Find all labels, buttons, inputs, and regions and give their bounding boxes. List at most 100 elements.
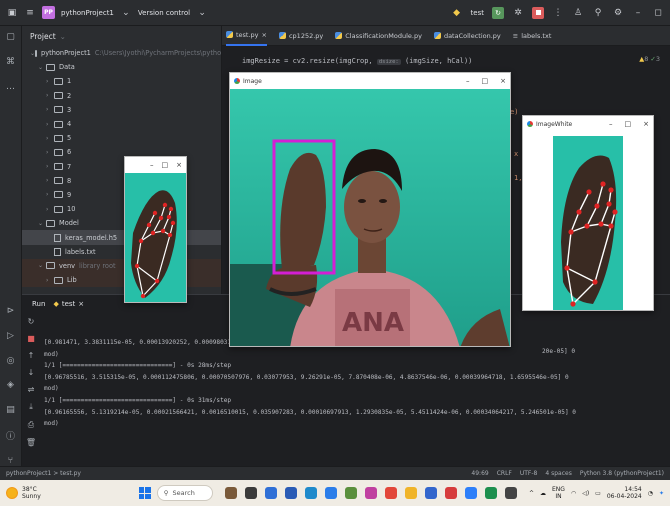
python-packages-icon[interactable]: ⊳ [5,306,17,317]
crop-window-titlebar[interactable]: – □ × [125,157,186,173]
pycharm-icon[interactable] [484,487,497,499]
rerun-icon[interactable]: ↻ [28,317,35,326]
rerun-button[interactable]: ↻ [492,6,504,19]
tab-cp1252-py[interactable]: cp1252.py [278,32,323,40]
tree-subfolder[interactable]: › 9 [22,188,221,202]
tree-subfolder[interactable]: › 4 [22,117,221,131]
app-icon[interactable] [264,487,277,499]
tree-subfolder[interactable]: › 1 [22,74,221,88]
image-white-titlebar[interactable]: ImageWhite – □ × [523,116,653,132]
tab-data-collection[interactable]: dataCollection.py [433,32,501,40]
taskbar-search[interactable]: ⚲ Search [156,485,213,501]
inspection-widget[interactable]: ▲8 ✓3 [639,55,660,63]
tree-file-keras-model[interactable]: keras_model.h5 [22,230,221,245]
problems-icon[interactable]: ⓘ [5,429,17,442]
image-white-window[interactable]: ImageWhite – □ × [522,115,654,311]
app-thumbnail-icon[interactable] [224,487,237,499]
wifi-icon[interactable]: ◠ [571,490,576,497]
chevron-right-icon[interactable]: › [46,92,54,99]
app-icon[interactable] [464,487,477,499]
project-selector[interactable]: pythonProject1 [61,9,114,17]
start-button[interactable] [138,487,151,499]
chevron-up-icon[interactable]: ^ [529,490,534,497]
tab-test-py[interactable]: test.py × [226,26,267,46]
structure-icon[interactable]: ⌘ [5,57,17,68]
close-icon[interactable]: × [176,161,182,169]
caret-position[interactable]: 49:69 [471,470,488,477]
app-icon[interactable] [504,487,517,499]
file-encoding[interactable]: UTF-8 [520,470,538,477]
close-icon[interactable]: × [643,120,649,128]
settings-icon[interactable]: ⚙ [612,7,624,19]
git-icon[interactable]: ⑂ [5,455,17,466]
edge-icon[interactable] [304,487,317,499]
app-icon[interactable] [444,487,457,499]
tree-subfolder[interactable]: › 3 [22,103,221,117]
tab-classification-module[interactable]: ClassificationModule.py [335,32,422,40]
wrap-icon[interactable]: ⇌ [28,385,35,394]
language-indicator[interactable]: ENG IN [552,486,565,500]
chevron-right-icon[interactable]: › [46,78,54,85]
chevron-down-icon[interactable]: ⌄ [38,220,46,227]
tree-subfolder[interactable]: › 2 [22,89,221,103]
tree-subfolder[interactable]: › 8 [22,174,221,188]
app-icon[interactable] [284,487,297,499]
chevron-right-icon[interactable]: › [46,177,54,184]
stop-button[interactable] [532,6,544,19]
app-icon[interactable] [404,487,417,499]
chevron-right-icon[interactable]: › [46,206,54,213]
minimize-icon[interactable]: – [609,120,613,128]
main-menu-icon[interactable]: ≡ [24,7,36,19]
battery-icon[interactable]: ▭ [595,490,601,497]
print-icon[interactable]: ⎙ [28,420,34,430]
tree-folder-data[interactable]: ⌄ Data [22,60,221,74]
chevron-right-icon[interactable]: › [46,191,54,198]
more-tools-icon[interactable]: … [5,81,17,92]
more-icon[interactable]: ⋮ [552,7,564,19]
scroll-end-icon[interactable]: ⤓ [29,402,33,412]
crop-window[interactable]: – □ × [124,156,187,303]
app-logo-icon[interactable]: ▣ [6,7,18,19]
close-icon[interactable]: × [78,300,84,308]
chevron-right-icon[interactable]: › [46,277,54,284]
breadcrumb[interactable]: pythonProject1 > test.py [6,470,81,477]
chevron-right-icon[interactable]: › [46,121,54,128]
chevron-right-icon[interactable]: › [46,135,54,142]
task-view-icon[interactable] [244,487,257,499]
clock[interactable]: 14:54 06-04-2024 [607,486,642,500]
chrome-icon[interactable] [384,487,397,499]
minimize-icon[interactable]: – [466,77,470,85]
chevron-down-icon[interactable]: ⌄ [196,7,208,19]
tree-file-labels[interactable]: labels.txt [22,245,221,259]
python-console-icon[interactable]: ◎ [5,355,17,366]
minimize-icon[interactable]: – [150,161,154,169]
app-icon[interactable] [364,487,377,499]
chevron-down-icon[interactable]: ⌄ [60,32,66,41]
up-icon[interactable]: ↑ [28,351,35,360]
tree-root[interactable]: ⌄ pythonProject1 C:\Users\Jyothi\Pycharm… [22,46,221,60]
tree-subfolder[interactable]: › 10 [22,202,221,216]
cloud-icon[interactable]: ☁ [540,490,546,497]
image-window-titlebar[interactable]: Image – □ × [230,73,510,89]
weather-widget[interactable]: 38°C Sunny [6,486,41,500]
maximize-icon[interactable]: □ [625,120,632,128]
maximize-icon[interactable]: ◻ [652,7,664,19]
line-separator[interactable]: CRLF [497,470,512,477]
code-line[interactable]: imgResize = cv2.resize(imgCrop, dsize: (… [242,57,472,65]
image-window[interactable]: Image – □ × ANA [229,72,511,347]
panel-title[interactable]: Project [30,32,56,41]
run-tool-icon[interactable]: ▷ [5,331,17,342]
copilot-icon[interactable]: ✦ [659,490,664,497]
chevron-down-icon[interactable]: ⌄ [120,7,132,19]
down-icon[interactable]: ↓ [28,368,35,377]
notification-icon[interactable]: ◔ [648,490,653,497]
terminal-icon[interactable]: ▤ [5,405,17,416]
maximize-icon[interactable]: □ [162,161,169,169]
stop-icon[interactable]: ■ [27,334,35,343]
tree-folder-lib[interactable]: › Lib [22,273,221,288]
services-icon[interactable]: ◈ [5,380,17,391]
chevron-right-icon[interactable]: › [46,149,54,156]
trash-icon[interactable]: 🗑 [26,438,36,447]
indent-setting[interactable]: 4 spaces [545,470,571,477]
tree-folder-venv[interactable]: ⌄ venv library root [22,258,221,273]
